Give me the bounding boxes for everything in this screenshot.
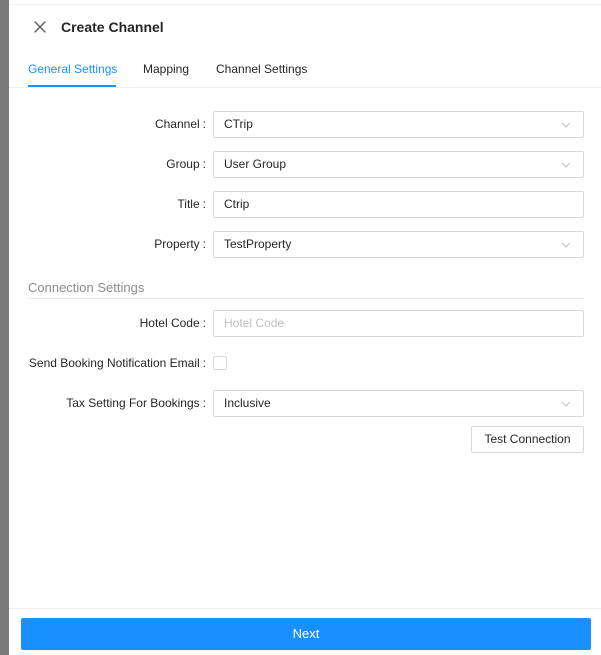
create-channel-drawer: Create Channel General Settings Mapping … xyxy=(9,0,601,655)
drawer-title: Create Channel xyxy=(61,19,164,35)
next-button[interactable]: Next xyxy=(21,618,591,650)
group-label: Group xyxy=(166,157,206,171)
chevron-down-icon xyxy=(561,162,571,168)
chevron-down-icon xyxy=(561,242,571,248)
property-value: TestProperty xyxy=(224,237,292,251)
top-divider xyxy=(9,0,601,5)
close-icon[interactable] xyxy=(33,20,47,34)
chevron-down-icon xyxy=(561,401,571,407)
chevron-down-icon xyxy=(561,122,571,128)
channel-select[interactable]: CTrip xyxy=(213,111,584,138)
hotel-code-label: Hotel Code xyxy=(140,316,206,330)
section-title: Connection Settings xyxy=(28,280,145,295)
hotel-code-placeholder: Hotel Code xyxy=(224,316,285,330)
tax-setting-select[interactable]: Inclusive xyxy=(213,390,584,417)
tax-setting-value: Inclusive xyxy=(224,396,271,410)
tab-general-settings[interactable]: General Settings xyxy=(28,62,117,76)
title-value: Ctrip xyxy=(224,197,250,211)
test-connection-button[interactable]: Test Connection xyxy=(471,426,584,453)
tab-channel-settings[interactable]: Channel Settings xyxy=(216,62,307,76)
group-value: User Group xyxy=(224,157,287,171)
channel-value: CTrip xyxy=(224,117,253,131)
active-tab-indicator xyxy=(28,85,116,87)
title-label: Title xyxy=(177,197,206,211)
channel-label: Channel xyxy=(155,117,206,131)
connection-settings-section: Connection Settings xyxy=(28,280,584,299)
tab-mapping[interactable]: Mapping xyxy=(143,62,189,76)
tab-bar: General Settings Mapping Channel Setting… xyxy=(9,56,601,88)
backdrop-overlay xyxy=(0,0,9,655)
tax-setting-label: Tax Setting For Bookings xyxy=(66,396,206,410)
drawer-footer: Next xyxy=(9,608,601,655)
hotel-code-input[interactable]: Hotel Code xyxy=(213,310,584,337)
send-email-label: Send Booking Notification Email xyxy=(29,356,206,370)
title-input[interactable]: Ctrip xyxy=(213,191,584,218)
property-label: Property xyxy=(154,237,206,251)
send-email-checkbox[interactable] xyxy=(213,356,227,370)
group-select[interactable]: User Group xyxy=(213,151,584,178)
drawer-header: Create Channel xyxy=(9,8,601,50)
property-select[interactable]: TestProperty xyxy=(213,231,584,258)
